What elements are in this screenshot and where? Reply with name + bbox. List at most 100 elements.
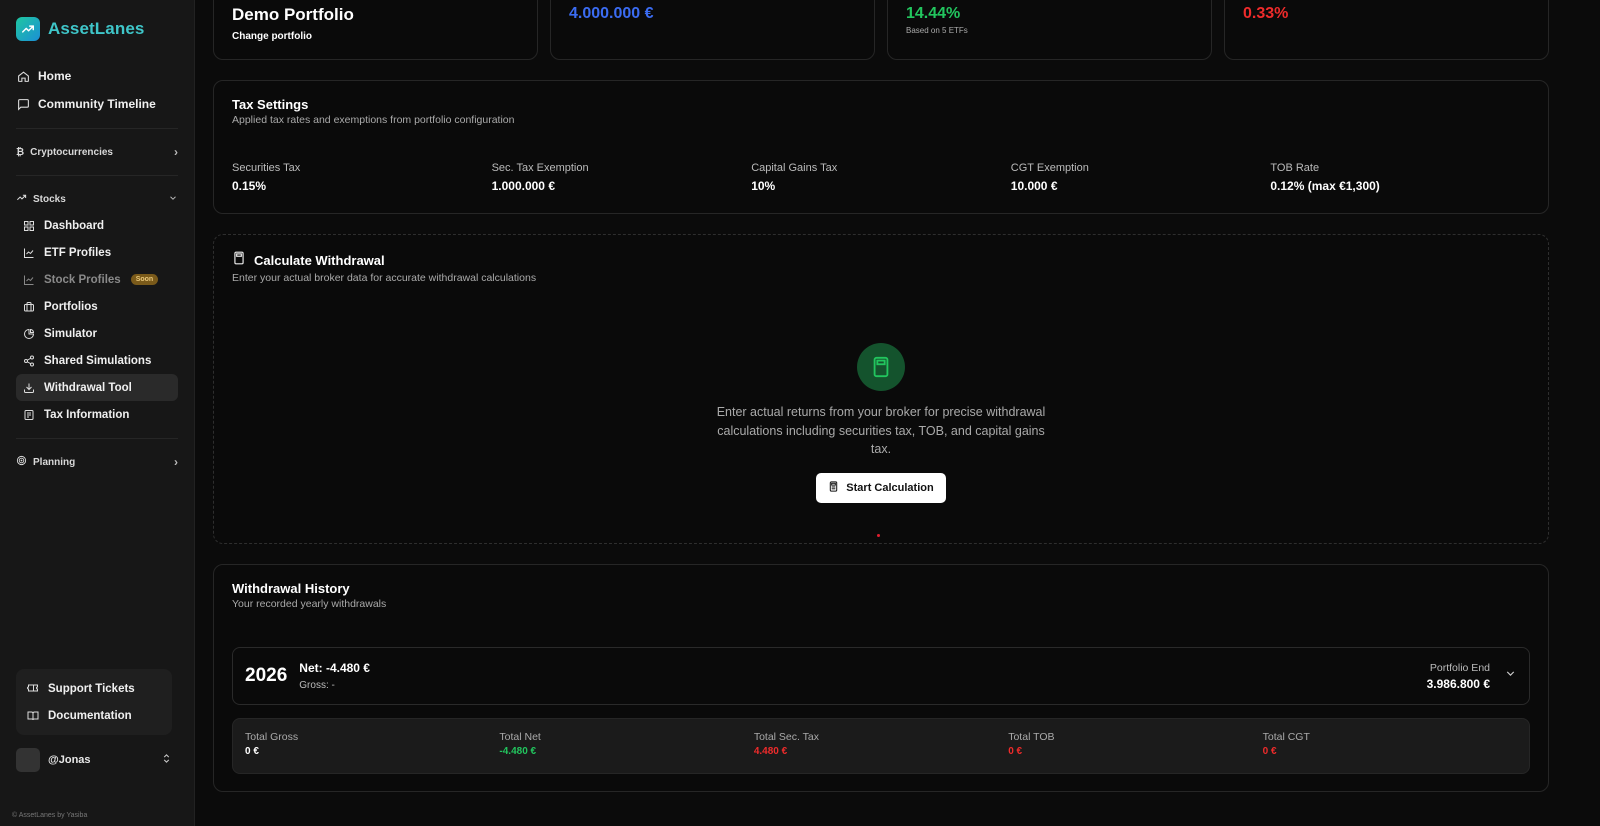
receipt-icon: [22, 408, 36, 422]
tax-item: CGT Exemption 10.000 €: [1011, 162, 1271, 193]
history-row[interactable]: 2026 Net: -4.480 € Gross: - Portfolio En…: [232, 647, 1530, 705]
message-square-icon: [16, 97, 30, 111]
ter-card: 0.33%: [1224, 0, 1549, 60]
calculator-icon: [857, 343, 905, 391]
trending-up-icon: [16, 192, 27, 206]
total-value: 0 €: [1262, 746, 1277, 757]
history-title: Withdrawal History: [232, 581, 350, 596]
history-net: Net: -4.480 €: [299, 661, 370, 675]
nav-tax-information[interactable]: Tax Information: [22, 401, 178, 428]
nav-simulator-label: Simulator: [44, 327, 98, 340]
return-value: 14.44%: [906, 5, 961, 22]
start-calculation-label: Start Calculation: [846, 481, 934, 494]
calculate-title: Calculate Withdrawal: [254, 253, 385, 268]
ticket-icon: [26, 682, 40, 696]
pie-chart-icon: [22, 327, 36, 341]
portfolio-title: Demo Portfolio: [232, 5, 354, 24]
ter-value: 0.33%: [1243, 5, 1289, 22]
nav-support-tickets[interactable]: Support Tickets: [26, 675, 162, 702]
nav-section-planning[interactable]: Planning ›: [16, 449, 178, 475]
portfolio-value: 4.000.000 €: [569, 5, 654, 22]
nav-stock-profiles: Stock Profiles Soon: [22, 266, 178, 293]
nav-docs-label: Documentation: [48, 709, 132, 722]
nav-dashboard-label: Dashboard: [44, 219, 105, 232]
chevron-down-icon: [168, 193, 178, 206]
total-item: Total Sec. Tax 4.480 €: [754, 731, 1008, 761]
home-icon: [16, 69, 30, 83]
nav-support-label: Support Tickets: [48, 682, 135, 695]
portfolio-card: Demo Portfolio Change portfolio: [213, 0, 538, 60]
tax-label: Securities Tax: [232, 162, 301, 174]
download-icon: [22, 381, 36, 395]
chevron-down-icon[interactable]: [1504, 667, 1517, 685]
section-planning-label: Planning: [33, 456, 76, 468]
chevron-right-icon: ›: [174, 455, 178, 469]
section-crypto-label: Cryptocurrencies: [30, 146, 113, 158]
nav-etf-label: ETF Profiles: [44, 246, 112, 259]
nav-withdrawal-tool[interactable]: Withdrawal Tool: [16, 374, 178, 401]
support-box: Support Tickets Documentation: [16, 669, 172, 735]
total-item: Total Gross 0 €: [245, 731, 499, 761]
total-label: Total Net: [499, 731, 541, 743]
total-item: Total TOB 0 €: [1008, 731, 1262, 761]
tax-settings-card: Tax Settings Applied tax rates and exemp…: [213, 80, 1549, 214]
tax-item: Sec. Tax Exemption 1.000.000 €: [492, 162, 752, 193]
total-label: Total Sec. Tax: [753, 731, 819, 743]
nav-etf-profiles[interactable]: ETF Profiles: [22, 239, 178, 266]
trend-up-logo-icon: [16, 17, 40, 41]
nav-portfolios[interactable]: Portfolios: [22, 293, 178, 320]
sidebar: AssetLanes Home Community Timeline ₿ Cry…: [0, 0, 195, 826]
nav-section-stocks[interactable]: Stocks: [16, 186, 178, 212]
user-name: @Jonas: [48, 754, 91, 766]
nav-tax-label: Tax Information: [44, 408, 130, 421]
line-chart-icon: [22, 273, 36, 287]
total-item: Total Net -4.480 €: [499, 731, 753, 761]
calculator-icon: [828, 480, 839, 495]
nav-stock-profiles-label: Stock Profiles: [44, 273, 121, 286]
history-desc: Your recorded yearly withdrawals: [232, 598, 387, 610]
start-calculation-button[interactable]: Start Calculation: [816, 472, 946, 503]
brand[interactable]: AssetLanes: [16, 0, 178, 58]
total-value: 0 €: [245, 746, 259, 757]
nav-documentation[interactable]: Documentation: [26, 702, 162, 729]
withdrawal-history-card: Withdrawal History Your recorded yearly …: [213, 564, 1549, 792]
nav-shared-simulations[interactable]: Shared Simulations: [22, 347, 178, 374]
nav-simulator[interactable]: Simulator: [22, 320, 178, 347]
total-label: Total TOB: [1008, 731, 1055, 743]
copyright: © AssetLanes by Yasiba: [12, 812, 88, 819]
total-value: 4.480 €: [753, 746, 788, 757]
nav-section-cryptocurrencies[interactable]: ₿ Cryptocurrencies ›: [16, 139, 178, 165]
change-portfolio-link[interactable]: Change portfolio: [232, 31, 519, 42]
chevron-right-icon: ›: [174, 145, 178, 159]
chevrons-up-down-icon: [161, 751, 172, 769]
soon-badge: Soon: [130, 274, 159, 285]
total-value: -4.480 €: [499, 746, 537, 757]
tax-value: 0.15%: [232, 179, 267, 193]
nav-portfolios-label: Portfolios: [44, 300, 98, 313]
main-content: Demo Portfolio Change portfolio 4.000.00…: [195, 0, 1600, 826]
portfolio-end-value: 3.986.800 €: [1426, 676, 1490, 691]
bitcoin-icon: ₿: [16, 146, 25, 158]
grid-icon: [22, 219, 36, 233]
return-note: Based on 5 ETFs: [906, 26, 968, 35]
nav-dashboard[interactable]: Dashboard: [22, 212, 178, 239]
brand-name: AssetLanes: [48, 19, 145, 38]
nav-home[interactable]: Home: [16, 62, 178, 90]
nav-home-label: Home: [38, 69, 72, 83]
divider: [16, 128, 178, 129]
tax-item: Securities Tax 0.15%: [232, 162, 492, 193]
book-icon: [26, 709, 40, 723]
calculate-desc: Enter your actual broker data for accura…: [232, 272, 537, 284]
return-card: 14.44% Based on 5 ETFs: [887, 0, 1212, 60]
line-chart-icon: [22, 246, 36, 260]
portfolio-end-label: Portfolio End: [1429, 661, 1490, 674]
divider: [16, 438, 178, 439]
nav-withdrawal-label: Withdrawal Tool: [44, 381, 132, 394]
nav-community-timeline[interactable]: Community Timeline: [16, 90, 178, 118]
tax-settings-title: Tax Settings: [232, 97, 309, 112]
tax-item: TOB Rate 0.12% (max €1,300): [1270, 162, 1530, 193]
nav-community-label: Community Timeline: [38, 97, 156, 111]
user-menu[interactable]: @Jonas: [16, 748, 172, 772]
section-stocks-label: Stocks: [33, 193, 66, 205]
tax-value: 10.000 €: [1010, 179, 1058, 193]
